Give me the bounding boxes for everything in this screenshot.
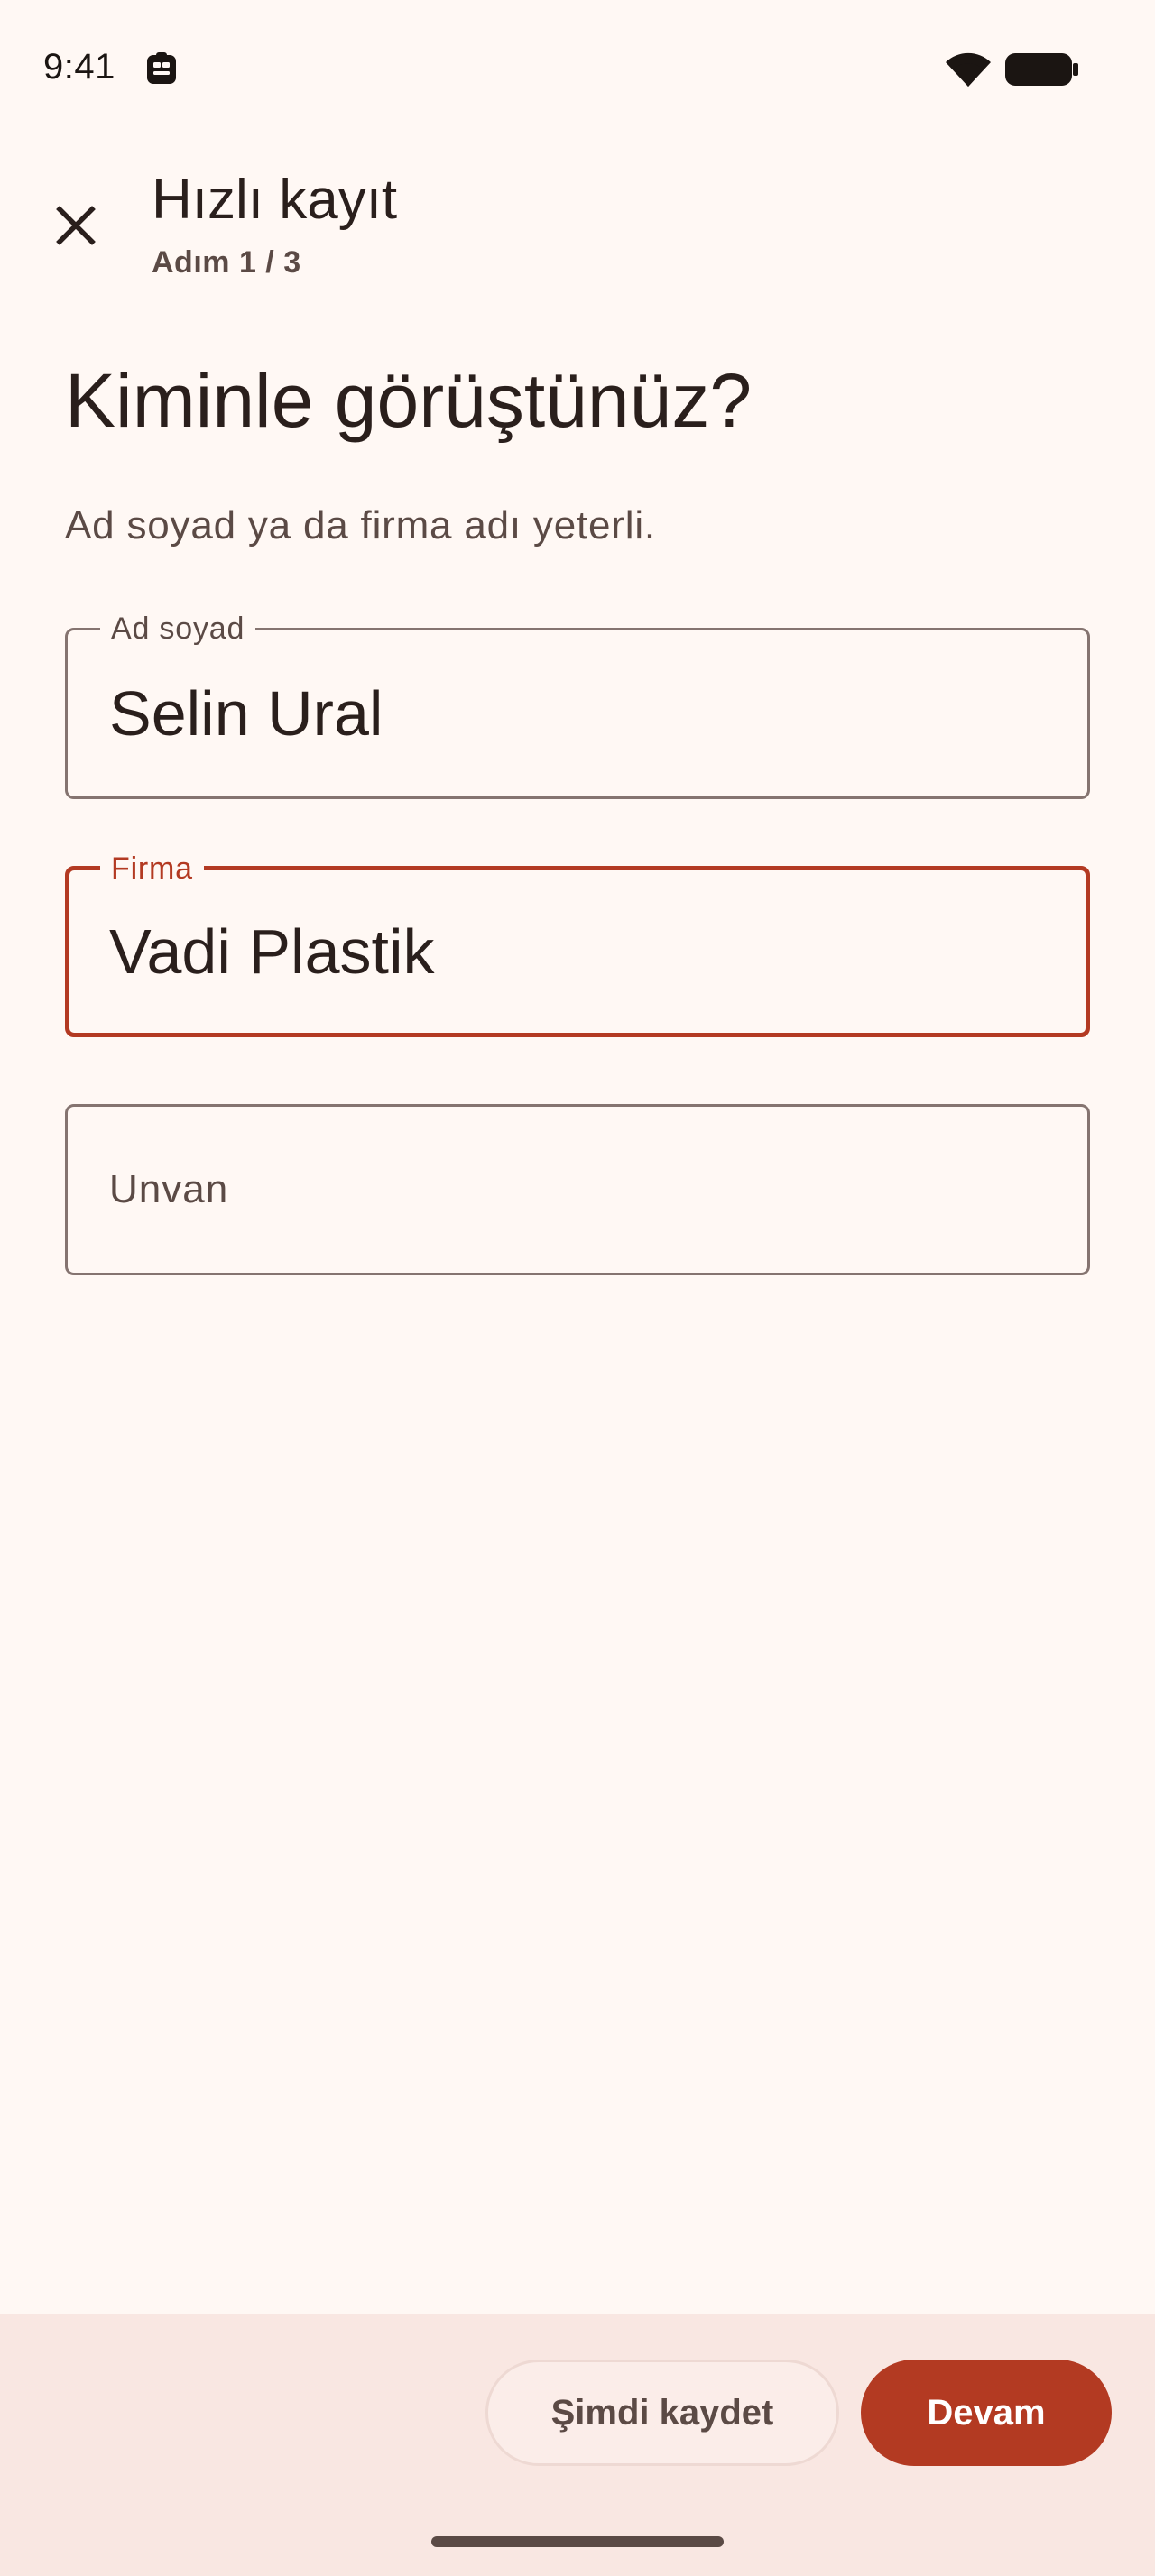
- wifi-icon: [946, 52, 991, 87]
- app-notification-icon: [147, 52, 176, 84]
- title-field[interactable]: Unvan: [65, 1104, 1090, 1275]
- quick-register-screen: 9:41 Hızlı kayıt Adım 1 / 3 Kiminle görü…: [0, 0, 1155, 2576]
- continue-button[interactable]: Devam: [861, 2360, 1112, 2466]
- step-indicator: Adım 1 / 3: [152, 245, 301, 280]
- helper-text: Ad soyad ya da firma adı yeterli.: [65, 503, 656, 547]
- company-input[interactable]: Vadi Plastik: [109, 915, 1048, 988]
- full-name-input[interactable]: Selin Ural: [109, 677, 1048, 750]
- close-button[interactable]: [36, 186, 116, 265]
- battery-icon: [1005, 53, 1078, 86]
- save-now-button[interactable]: Şimdi kaydet: [485, 2360, 839, 2466]
- home-indicator[interactable]: [431, 2536, 724, 2547]
- company-field[interactable]: Firma Vadi Plastik: [65, 851, 1090, 1037]
- full-name-field[interactable]: Ad soyad Selin Ural: [65, 611, 1090, 799]
- status-bar: 9:41: [0, 0, 1155, 135]
- status-time: 9:41: [43, 47, 116, 87]
- title-input-placeholder[interactable]: Unvan: [109, 1167, 228, 1212]
- close-icon: [56, 206, 96, 245]
- page-title: Hızlı kayıt: [152, 169, 398, 231]
- company-label: Firma: [100, 851, 204, 887]
- question-heading: Kiminle görüştünüz?: [65, 358, 753, 443]
- full-name-label: Ad soyad: [100, 611, 256, 647]
